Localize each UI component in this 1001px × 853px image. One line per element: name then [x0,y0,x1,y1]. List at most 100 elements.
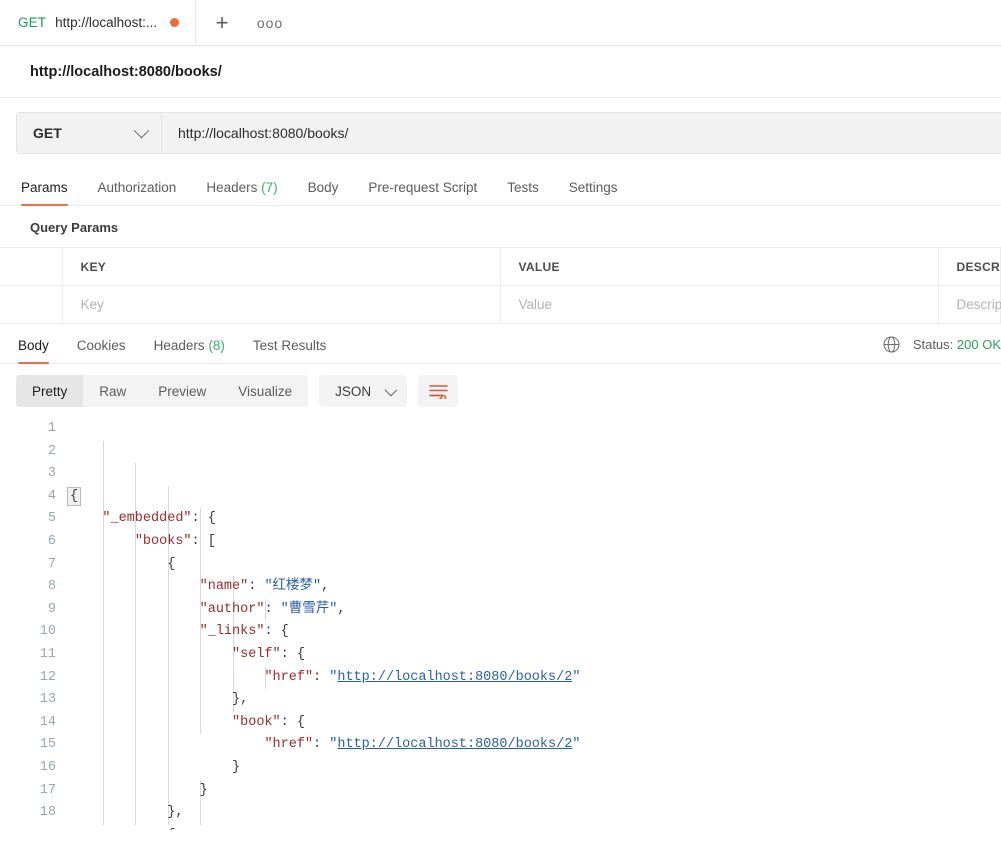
line-number: 10 [39,624,56,640]
code-line: { [70,825,1001,830]
response-format-value: JSON [335,383,372,399]
param-key-input[interactable]: Key [62,285,501,324]
status-label: Status: [912,337,954,352]
new-tab-button[interactable]: + [196,0,248,45]
tab-body[interactable]: Body [293,180,354,205]
line-number: 12 [39,669,56,685]
code-line: { [167,556,176,572]
request-section-tabs: Params Authorization Headers (7) Body Pr… [0,168,1001,206]
code-line: } [232,759,241,775]
response-format-select[interactable]: JSON [319,375,408,407]
param-value-input[interactable]: Value [500,285,939,324]
tab-headers-label: Headers [206,180,258,195]
response-status-group: Status: 200 OK [882,335,1001,354]
line-number: 2 [47,443,56,459]
param-description-input[interactable]: Descrip [938,285,1001,324]
line-number: 17 [39,782,56,798]
code-line: } [199,782,208,798]
tab-pre-request-script[interactable]: Pre-request Script [353,180,492,205]
line-number: 4 [47,488,56,504]
column-header-key: KEY [62,247,501,286]
http-method-value: GET [33,125,62,141]
response-tab-test-results-label: Test Results [252,338,327,353]
table-row: Key Value Descrip [0,285,1001,324]
tab-settings[interactable]: Settings [554,180,633,205]
response-view-mode-group: Pretty Raw Preview Visualize [16,375,309,407]
tab-headers-count: (7) [261,180,278,195]
line-number: 8 [47,579,56,595]
response-tab-body[interactable]: Body [16,338,63,364]
line-number: 13 [39,692,56,708]
tab-tests-label: Tests [507,180,539,195]
url-bar-container: GET http://localhost:8080/books/ [0,98,1001,168]
request-tab-0[interactable]: GET http://localhost:... [0,0,196,45]
column-header-description: DESCR [938,247,1001,286]
wrap-text-icon [428,384,448,399]
response-tab-test-results[interactable]: Test Results [239,338,341,363]
line-number: 6 [47,533,56,549]
response-tab-cookies-label: Cookies [76,338,126,353]
tab-authorization-label: Authorization [97,180,177,195]
view-mode-visualize[interactable]: Visualize [222,375,308,407]
response-tab-headers[interactable]: Headers (8) [140,338,239,363]
line-number: 1 [47,421,56,436]
line-number: 18 [39,805,56,821]
url-bar: GET http://localhost:8080/books/ [16,112,1001,154]
url-input[interactable]: http://localhost:8080/books/ [162,113,1001,153]
tabstrip-filler [292,0,1001,45]
http-method-select[interactable]: GET [17,113,162,153]
tab-authorization[interactable]: Authorization [83,180,192,205]
request-tab-method: GET [18,15,47,30]
tab-pre-request-script-label: Pre-request Script [368,180,478,195]
line-number: 7 [47,556,56,572]
tab-params[interactable]: Params [16,180,83,206]
status-value: 200 OK [956,337,1001,352]
tab-settings-label: Settings [568,180,618,195]
tab-headers[interactable]: Headers (7) [191,180,292,205]
view-mode-raw[interactable]: Raw [83,375,142,407]
response-tab-headers-count: (8) [208,338,225,353]
code-line: "href": "http://localhost:8080/books/2" [264,737,581,753]
unsaved-changes-dot-icon [170,18,179,27]
line-number: 3 [47,466,56,482]
tab-options-icon[interactable]: ooo [248,0,292,45]
response-tab-cookies[interactable]: Cookies [63,338,140,363]
code-line: "_embedded": { [102,511,216,527]
code-line: "book": { [232,714,305,730]
line-number: 5 [47,511,56,527]
column-header-checkbox [0,247,63,286]
view-mode-preview[interactable]: Preview [142,375,222,407]
request-tab-strip: GET http://localhost:... + ooo [0,0,1001,46]
line-number: 9 [47,601,56,617]
code-line: { [66,486,82,506]
wrap-text-button[interactable] [418,375,459,407]
code-line: "books": [ [134,533,216,549]
request-tab-title: http://localhost:... [55,15,158,30]
globe-icon [883,336,900,353]
tab-body-label: Body [307,180,339,195]
row-checkbox-cell[interactable] [0,285,63,324]
line-number: 11 [39,646,56,662]
status-badge: Status: 200 OK [913,337,1001,352]
code-line: "author": "曹雪芹", [199,601,346,617]
tab-tests[interactable]: Tests [492,180,554,205]
view-mode-pretty[interactable]: Pretty [16,375,84,407]
chevron-down-icon [384,383,398,396]
code-line: }, [167,805,184,821]
response-body-code-viewer[interactable]: 1 2 3 4 5 6 7 8 9 10 11 12 13 14 15 16 17 18 { "_embedded… [0,418,1001,830]
request-name-bar: http://localhost:8080/books/ [0,46,1001,98]
table-header-row: KEY VALUE DESCR [0,247,1001,286]
page-title: http://localhost:8080/books/ [30,63,222,80]
response-body-toolbar: Pretty Raw Preview Visualize JSON [0,364,1001,418]
code-gutter: 1 2 3 4 5 6 7 8 9 10 11 12 13 14 15 16 17 18 [0,418,70,830]
response-tab-body-label: Body [18,338,49,353]
line-number: 15 [39,737,56,753]
tab-params-label: Params [21,180,68,195]
code-line: }, [232,692,249,708]
column-header-value: VALUE [500,247,939,286]
line-number: 14 [39,714,56,730]
code-line: "name": "红楼梦", [199,579,330,595]
code-line: "_links": { [199,624,289,640]
code-line: "self": { [232,646,305,662]
chevron-down-icon [133,122,150,138]
